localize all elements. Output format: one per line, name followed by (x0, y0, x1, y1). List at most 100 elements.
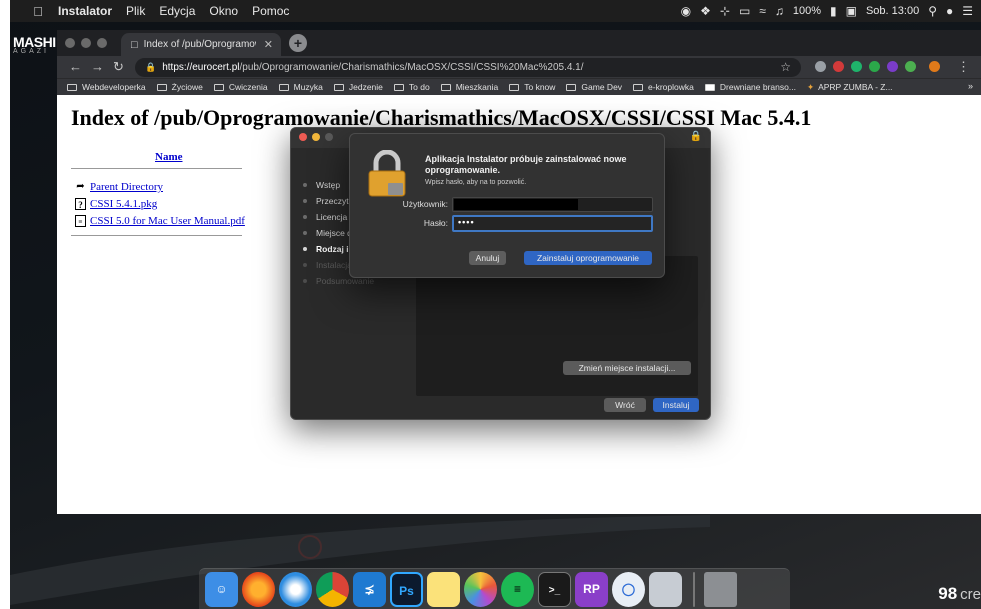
spotify-icon[interactable]: ≡ (501, 572, 534, 607)
bookmark-folder[interactable]: Cwiczenia (213, 82, 268, 92)
spotlight-search-icon[interactable]: ⚲ (928, 4, 937, 18)
notes-icon[interactable] (427, 572, 460, 607)
listing-entry[interactable]: ? CSSI 5.4.1.pkg (75, 198, 157, 210)
entry-link[interactable]: CSSI 5.0 for Mac User Manual.pdf (90, 215, 245, 227)
bookmark-link[interactable]: ✦ APRP ZUMBA - Z... (807, 82, 893, 93)
menu-window[interactable]: Okno (209, 4, 238, 18)
rp-app-icon[interactable]: RP (575, 572, 608, 607)
bookmarks-overflow-button[interactable]: » (968, 81, 973, 91)
apple-menu-icon[interactable]:  (30, 4, 46, 19)
menu-help[interactable]: Pomoc (252, 4, 289, 18)
zoom-window-button[interactable] (97, 38, 107, 48)
vscode-icon[interactable]: ⪱ (353, 572, 386, 607)
site-brand-sub: AGAZI (13, 48, 50, 55)
bookmark-folder[interactable]: Jedzenie (333, 82, 383, 92)
firefox-icon[interactable] (242, 572, 275, 607)
chrome-menu-icon[interactable]: ⋮ (957, 59, 970, 75)
bookmark-folder[interactable]: e-kroplowka (633, 82, 694, 92)
folder-icon (156, 83, 167, 91)
siri-icon[interactable]: ● (946, 4, 953, 18)
extension-icon[interactable] (887, 61, 898, 72)
zoom-window-button (325, 133, 333, 141)
menu-file[interactable]: Plik (126, 4, 145, 18)
battery-percent[interactable]: 100% (793, 5, 821, 17)
username-label: Użytkownik: (402, 199, 448, 209)
airplay-icon[interactable]: ▭ (739, 4, 750, 18)
clock[interactable]: Sob. 13:00 (866, 5, 919, 17)
change-location-button[interactable]: Zmień miejsce instalacji... (563, 361, 691, 375)
password-label: Hasło: (423, 218, 448, 228)
battery-icon[interactable]: ▮ (830, 4, 837, 18)
address-bar[interactable]: 🔒 https://eurocert.pl/pub/Oprogramowanie/… (135, 58, 801, 77)
profile-avatar[interactable] (929, 61, 940, 72)
bookmark-folder[interactable]: Game Dev (566, 82, 622, 92)
url-host: https://eurocert.pl (162, 62, 240, 73)
cancel-button[interactable]: Anuluj (469, 251, 506, 265)
install-software-button[interactable]: Zainstaluj oprogramowanie (524, 251, 652, 265)
bookmark-label: Mieszkania (455, 82, 499, 92)
menu-edit[interactable]: Edycja (159, 4, 195, 18)
extension-icon[interactable] (815, 61, 826, 72)
password-field[interactable]: •••• (452, 215, 653, 232)
extension-icon[interactable] (905, 61, 916, 72)
circle-status-icon[interactable]: ◉ (681, 4, 691, 18)
reload-icon[interactable]: ↻ (113, 59, 124, 75)
extension-icon[interactable] (869, 61, 880, 72)
lock-icon: 🔒 (689, 131, 702, 142)
volume-icon[interactable]: ♫ (775, 4, 784, 18)
column-header-name[interactable]: Name (155, 151, 183, 163)
finder-icon[interactable]: ☺ (205, 572, 238, 607)
username-field[interactable] (452, 197, 653, 212)
notification-center-icon[interactable]: ☰ (962, 4, 973, 18)
close-window-button[interactable] (65, 38, 75, 48)
back-button[interactable]: Wróć (604, 398, 646, 412)
photos-icon[interactable] (464, 572, 497, 607)
forward-arrow-icon[interactable]: → (91, 59, 104, 74)
step-bullet (303, 215, 307, 219)
back-arrow-icon[interactable]: ← (69, 59, 82, 74)
extension-icon[interactable] (851, 61, 862, 72)
safari-icon[interactable] (279, 572, 312, 607)
menu-app-name[interactable]: Instalator (58, 4, 112, 18)
browser-tab[interactable]: □ Index of /pub/Oprogramowanie ✕ (121, 33, 281, 56)
listing-entry[interactable]: ≡ CSSI 5.0 for Mac User Manual.pdf (75, 215, 245, 227)
wifi-icon[interactable]: ≈ (759, 4, 766, 18)
bookmark-folder[interactable]: Webdeveloperka (67, 82, 146, 92)
chrome-icon[interactable] (316, 572, 349, 607)
divider (71, 168, 242, 169)
extension-icon[interactable] (833, 61, 844, 72)
bookmark-folder[interactable]: Mieszkania (440, 82, 499, 92)
bookmark-label: To do (408, 82, 430, 92)
dock: ☺ ⪱ Ps ≡ >_ RP ◯ (199, 568, 790, 609)
entry-link[interactable]: Parent Directory (90, 181, 163, 193)
photoshop-icon[interactable]: Ps (390, 572, 423, 607)
dropbox-icon[interactable]: ❖ (700, 4, 711, 18)
entry-link[interactable]: CSSI 5.4.1.pkg (90, 198, 157, 210)
install-button[interactable]: Instaluj (653, 398, 699, 412)
minimize-window-button[interactable] (312, 133, 320, 141)
step-bullet (303, 199, 307, 203)
bookmark-folder[interactable]: To know (509, 82, 555, 92)
bookmark-folder[interactable]: Muzyka (278, 82, 323, 92)
terminal-icon[interactable]: >_ (538, 572, 571, 607)
trash-icon[interactable] (704, 572, 737, 607)
lock-icon: 🔒 (145, 62, 157, 72)
lock-icon (368, 150, 406, 197)
listing-entry[interactable]: ➦ Parent Directory (75, 181, 163, 193)
close-tab-icon[interactable]: ✕ (264, 38, 273, 51)
minimize-window-button[interactable] (81, 38, 91, 48)
sourcetree-icon[interactable]: ◯ (612, 572, 645, 607)
bookmark-folder[interactable]: To do (393, 82, 430, 92)
preview-icon[interactable] (649, 572, 682, 607)
bookmark-folder[interactable]: Życiowe (156, 82, 203, 92)
bluetooth-icon[interactable]: ⊹ (720, 4, 730, 18)
menubar:  Instalator Plik Edycja Okno Pomoc ◉ ❖ … (10, 0, 981, 22)
unknown-file-icon: ? (75, 198, 86, 210)
bookmark-label: To know (524, 82, 556, 92)
new-tab-button[interactable]: + (289, 34, 307, 52)
bookmark-link[interactable]: Drewniane branso... (704, 82, 796, 92)
folder-icon (509, 83, 520, 91)
close-window-button[interactable] (299, 133, 307, 141)
bookmark-star-icon[interactable]: ☆ (780, 58, 791, 77)
display-icon[interactable]: ▣ (846, 4, 857, 18)
